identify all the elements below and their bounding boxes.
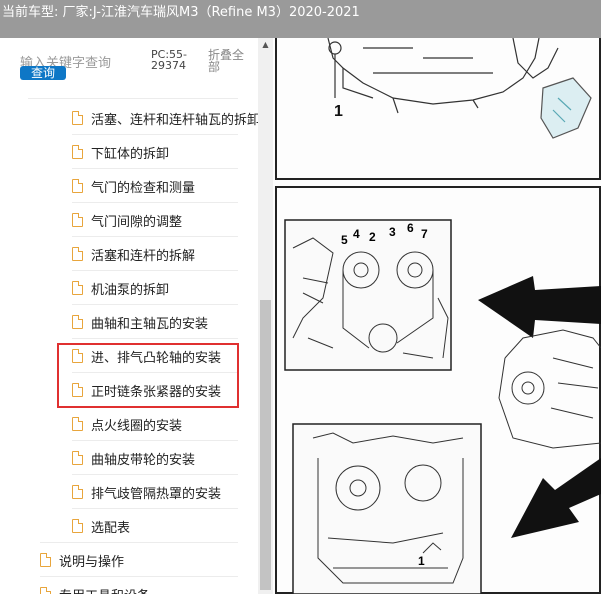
sidebar: 输入关键字查询 查询 PC:55-29374 折叠全部 活塞、连杆和连杆轴瓦的拆… bbox=[0, 38, 273, 594]
engine-top-drawing bbox=[327, 38, 592, 139]
tree-item-label: 点火线圈的安装 bbox=[91, 418, 183, 434]
tree-item[interactable]: 下缸体的拆卸 bbox=[72, 135, 258, 169]
tree-item-label: 气门间隙的调整 bbox=[91, 214, 183, 230]
tree-item[interactable]: 选配表 bbox=[72, 509, 258, 543]
callout-7: 7 bbox=[421, 227, 428, 241]
document-icon bbox=[72, 111, 83, 125]
callout-top: 1 bbox=[334, 103, 343, 120]
title-bar: 当前车型: 厂家:J-江淮汽车瑞风M3（Refine M3）2020-2021 bbox=[0, 0, 601, 38]
current-vehicle-value: 厂家:J-江淮汽车瑞风M3（Refine M3）2020-2021 bbox=[62, 5, 360, 20]
tree-item[interactable]: 机油泵的拆卸 bbox=[72, 271, 258, 305]
document-icon bbox=[40, 587, 51, 594]
divider bbox=[72, 202, 238, 203]
divider bbox=[72, 474, 238, 475]
divider bbox=[72, 304, 238, 305]
callout-4: 4 bbox=[353, 227, 360, 241]
document-icon bbox=[72, 485, 83, 499]
tree-item[interactable]: 气门的检查和测量 bbox=[72, 169, 258, 203]
tree-item-label: 专用工具和设备 bbox=[59, 585, 150, 594]
callout-2: 2 bbox=[369, 230, 376, 244]
divider bbox=[72, 440, 238, 441]
scroll-thumb[interactable] bbox=[260, 300, 271, 590]
document-icon bbox=[72, 247, 83, 261]
tree-item[interactable]: 活塞、连杆和连杆轴瓦的拆卸 bbox=[72, 101, 258, 135]
document-icon bbox=[72, 417, 83, 431]
tree-item[interactable]: 曲轴和主轴瓦的安装 bbox=[72, 305, 258, 339]
callout-bottom: 1 bbox=[418, 554, 425, 568]
callout-6: 6 bbox=[407, 221, 414, 235]
document-icon bbox=[72, 451, 83, 465]
tree-item[interactable]: 点火线圈的安装 bbox=[72, 407, 258, 441]
callout-3: 3 bbox=[389, 225, 396, 239]
document-icon bbox=[72, 315, 83, 329]
document-icon bbox=[72, 179, 83, 193]
callout-5: 5 bbox=[341, 233, 348, 247]
tree-item[interactable]: 气门间隙的调整 bbox=[72, 203, 258, 237]
tree-item-label: 气门的检查和测量 bbox=[91, 180, 196, 196]
engine-diagram: 1 5 4 2 3 6 7 1 bbox=[284, 38, 601, 594]
tree-item[interactable]: 活塞和连杆的拆解 bbox=[72, 237, 258, 271]
diagram-panel: 1 5 4 2 3 6 7 1 bbox=[273, 38, 601, 594]
divider bbox=[40, 576, 238, 577]
tree-item[interactable]: 排气歧管隔热罩的安装 bbox=[72, 475, 258, 509]
divider bbox=[72, 508, 238, 509]
query-button[interactable]: 查询 bbox=[20, 66, 66, 80]
document-icon bbox=[72, 519, 83, 533]
arrow-left-icon bbox=[478, 276, 601, 338]
document-icon bbox=[72, 145, 83, 159]
tree-item[interactable]: 专用工具和设备 bbox=[40, 577, 258, 594]
tree-item[interactable]: 说明与操作 bbox=[40, 543, 258, 577]
current-vehicle-title: 当前车型: 厂家:J-江淮汽车瑞风M3（Refine M3）2020-2021 bbox=[2, 1, 360, 20]
tree-item-label: 曲轴和主轴瓦的安装 bbox=[91, 316, 209, 332]
divider bbox=[72, 168, 238, 169]
tree-item-label: 活塞、连杆和连杆轴瓦的拆卸 bbox=[91, 112, 258, 128]
engine-bottom-inset bbox=[292, 423, 482, 594]
engine-right-drawing bbox=[498, 329, 601, 449]
divider bbox=[72, 338, 238, 339]
divider bbox=[72, 270, 238, 271]
tree-item-label: 说明与操作 bbox=[59, 554, 125, 570]
highlight-box bbox=[57, 343, 239, 408]
divider bbox=[40, 542, 238, 543]
tree-item-label: 排气歧管隔热罩的安装 bbox=[91, 486, 222, 502]
tree-item-label: 机油泵的拆卸 bbox=[91, 282, 170, 298]
collapse-all-button[interactable]: 折叠全部 bbox=[208, 49, 248, 73]
timing-inset bbox=[284, 219, 452, 371]
tree-item-label: 下缸体的拆卸 bbox=[91, 146, 170, 162]
current-vehicle-label: 当前车型: bbox=[2, 5, 59, 20]
tree-item-label: 选配表 bbox=[91, 520, 131, 536]
scrollbar[interactable]: ▲ bbox=[258, 38, 273, 594]
document-icon bbox=[40, 553, 51, 567]
document-icon bbox=[72, 213, 83, 227]
divider bbox=[28, 98, 238, 99]
tree-item-label: 活塞和连杆的拆解 bbox=[91, 248, 196, 264]
tree-item[interactable]: 曲轴皮带轮的安装 bbox=[72, 441, 258, 475]
pc-code: PC:55-29374 bbox=[151, 48, 187, 72]
tree-item-label: 曲轴皮带轮的安装 bbox=[91, 452, 196, 468]
divider bbox=[72, 134, 238, 135]
scroll-up-arrow-icon[interactable]: ▲ bbox=[258, 38, 273, 52]
divider bbox=[72, 236, 238, 237]
arrow-down-left-icon bbox=[511, 458, 601, 538]
document-icon bbox=[72, 281, 83, 295]
